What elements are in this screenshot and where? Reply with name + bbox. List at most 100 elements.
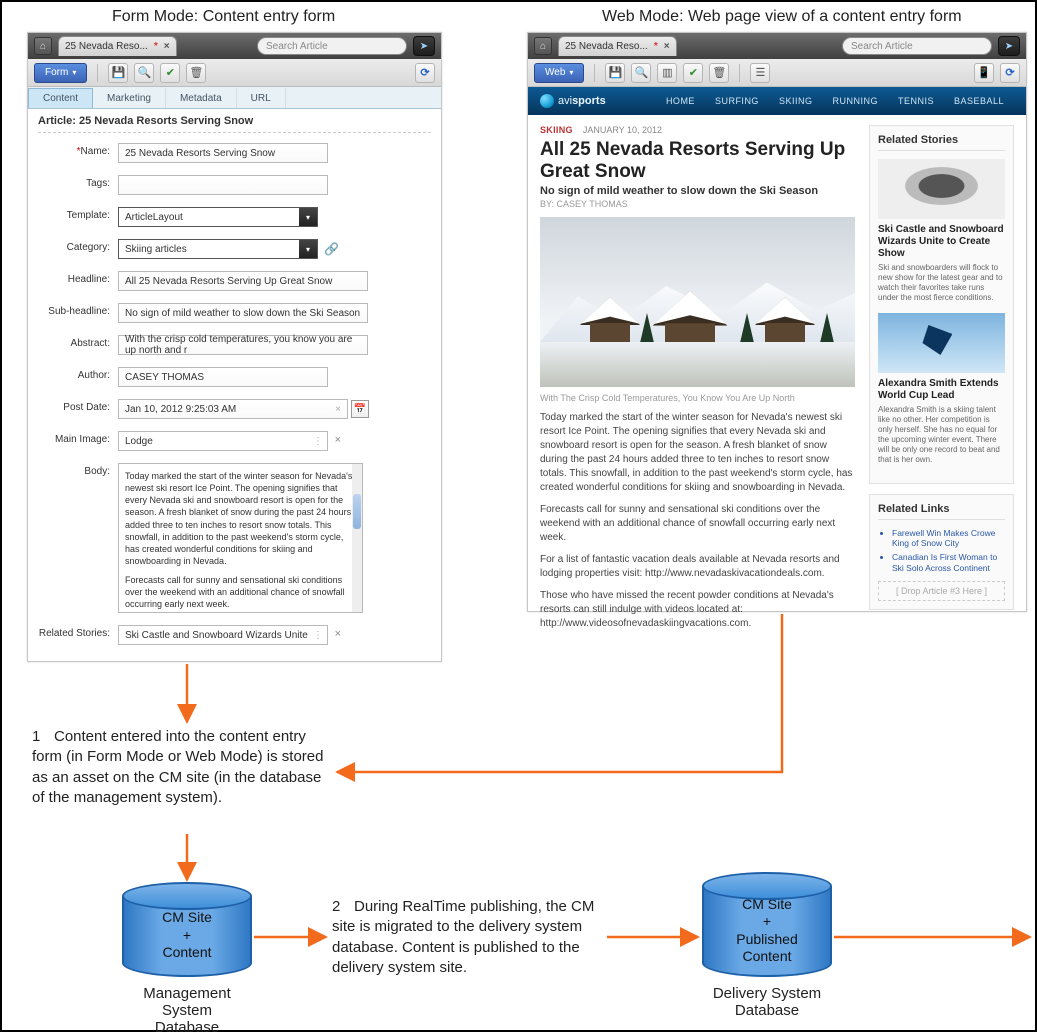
related-stories-header: Related Stories (878, 134, 1005, 151)
delete-icon[interactable]: 🗑 (709, 63, 729, 83)
nav-home[interactable]: HOME (656, 96, 705, 106)
file-tab[interactable]: 25 Nevada Reso... * × (558, 36, 677, 56)
field-row-headline: Headline: All 25 Nevada Resorts Serving … (38, 271, 431, 291)
input-postdate[interactable]: Jan 10, 2012 9:25:03 AM×📅 (118, 399, 348, 419)
label-body: Body: (38, 463, 118, 477)
web-mode-window: ⌂ 25 Nevada Reso... * × Search Article ➤… (527, 32, 1027, 612)
tab-metadata[interactable]: Metadata (166, 88, 237, 108)
select-template[interactable]: ArticleLayout▾ (118, 207, 318, 227)
link-icon[interactable]: 🔗 (324, 242, 339, 256)
input-related-story[interactable]: Ski Castle and Snowboard Wizards Unite⋮× (118, 625, 328, 645)
remove-icon[interactable]: × (335, 628, 341, 640)
input-mainimage[interactable]: Lodge⋮× (118, 431, 328, 451)
close-tab-icon[interactable]: × (164, 41, 170, 52)
article-byline: BY: CASEY THOMAS (540, 199, 855, 209)
input-name[interactable]: 25 Nevada Resorts Serving Snow (118, 143, 328, 163)
tab-url[interactable]: URL (237, 88, 286, 108)
clear-icon[interactable]: × (335, 404, 341, 415)
toolbar: Web▾ 💾 🔍 ▥ ✔ 🗑 ☰ 📱 ⟳ (528, 59, 1026, 87)
drag-handle-icon[interactable]: ⋮ (313, 436, 323, 447)
db-management: CM Site + Content Management System Data… (122, 882, 252, 1036)
scrollbar[interactable] (352, 464, 362, 612)
chevron-down-icon: ▾ (72, 68, 76, 77)
preview-icon[interactable]: 🔍 (134, 63, 154, 83)
layout-icon[interactable]: ☰ (750, 63, 770, 83)
file-tab-label: 25 Nevada Reso... (65, 41, 148, 52)
multi-device-icon[interactable]: ▥ (657, 63, 677, 83)
story-title[interactable]: Alexandra Smith Extends World Cup Lead (878, 378, 1005, 402)
field-row-category: Category: Skiing articles▾ 🔗 (38, 239, 431, 259)
story-title[interactable]: Ski Castle and Snowboard Wizards Unite t… (878, 224, 1005, 260)
nav-baseball[interactable]: BASEBALL (944, 96, 1014, 106)
approve-icon[interactable]: ✔ (683, 63, 703, 83)
story-blurb: Ski and snowboarders will flock to new s… (878, 263, 1005, 303)
input-headline[interactable]: All 25 Nevada Resorts Serving Up Great S… (118, 271, 368, 291)
mode-button-form[interactable]: Form▾ (34, 63, 87, 83)
label-category: Category: (38, 239, 118, 253)
home-icon[interactable]: ⌂ (534, 37, 552, 55)
select-category[interactable]: Skiing articles▾ (118, 239, 318, 259)
unsaved-indicator-icon: * (154, 41, 158, 52)
search-go-button[interactable]: ➤ (998, 36, 1020, 56)
preview-icon[interactable]: 🔍 (631, 63, 651, 83)
calendar-icon[interactable]: 📅 (351, 400, 369, 418)
home-icon[interactable]: ⌂ (34, 37, 52, 55)
file-tab[interactable]: 25 Nevada Reso... * × (58, 36, 177, 56)
article-subhead: No sign of mild weather to slow down the… (540, 185, 855, 197)
delete-icon[interactable]: 🗑 (186, 63, 206, 83)
input-author[interactable]: CASEY THOMAS (118, 367, 328, 387)
mobile-icon[interactable]: 📱 (974, 63, 994, 83)
save-icon[interactable]: 💾 (605, 63, 625, 83)
search-input[interactable]: Search Article (257, 37, 407, 55)
site-logo[interactable]: avisports (540, 94, 606, 108)
textarea-body[interactable]: Today marked the start of the winter sea… (118, 463, 363, 613)
nav-surfing[interactable]: SURFING (705, 96, 769, 106)
nav-tennis[interactable]: TENNIS (888, 96, 944, 106)
logo-icon (540, 94, 554, 108)
related-link[interactable]: Canadian Is First Woman to Ski Solo Acro… (892, 552, 1005, 572)
field-row-template: Template: ArticleLayout▾ (38, 207, 431, 227)
approve-icon[interactable]: ✔ (160, 63, 180, 83)
web-content-area: SKIINGJANUARY 10, 2012 All 25 Nevada Res… (528, 115, 1026, 649)
field-row-name: *Name: 25 Nevada Resorts Serving Snow (38, 143, 431, 163)
field-row-mainimage: Main Image: Lodge⋮× (38, 431, 431, 451)
refresh-icon[interactable]: ⟳ (1000, 63, 1020, 83)
label-mainimage: Main Image: (38, 431, 118, 445)
mode-button-web[interactable]: Web▾ (534, 63, 584, 83)
field-row-body: Body: Today marked the start of the wint… (38, 463, 431, 613)
close-tab-icon[interactable]: × (664, 41, 670, 52)
sidebar: Related Stories Ski Castle and Snowboard… (869, 125, 1014, 639)
step-2: 2During RealTime publishing, the CM site… (332, 897, 602, 978)
form-mode-window: ⌂ 25 Nevada Reso... * × Search Article ➤… (27, 32, 442, 662)
input-tags[interactable] (118, 175, 328, 195)
input-abstract[interactable]: With the crisp cold temperatures, you kn… (118, 335, 368, 355)
related-links-header: Related Links (878, 503, 1005, 520)
chevron-down-icon: ▾ (299, 240, 317, 258)
nav-running[interactable]: RUNNING (822, 96, 888, 106)
file-tab-label: 25 Nevada Reso... (565, 41, 648, 52)
tab-content[interactable]: Content (28, 88, 93, 108)
hero-image (540, 217, 855, 387)
related-link[interactable]: Farewell Win Makes Crowe King of Snow Ci… (892, 528, 1005, 548)
label-template: Template: (38, 207, 118, 221)
search-go-button[interactable]: ➤ (413, 36, 435, 56)
article-title: All 25 Nevada Resorts Serving Up Great S… (540, 139, 855, 183)
caption-web-mode: Web Mode: Web page view of a content ent… (602, 8, 962, 26)
db-delivery: CM Site + Published Content Delivery Sys… (702, 872, 832, 1019)
save-icon[interactable]: 💾 (108, 63, 128, 83)
input-subheadline[interactable]: No sign of mild weather to slow down the… (118, 303, 368, 323)
refresh-icon[interactable]: ⟳ (415, 63, 435, 83)
drop-target[interactable]: [ Drop Article #3 Here ] (878, 581, 1005, 601)
remove-icon[interactable]: × (335, 434, 341, 446)
field-row-author: Author: CASEY THOMAS (38, 367, 431, 387)
related-stories-box: Related Stories Ski Castle and Snowboard… (869, 125, 1014, 484)
drag-handle-icon[interactable]: ⋮ (313, 630, 323, 641)
form-area: Article: 25 Nevada Resorts Serving Snow … (28, 109, 441, 651)
nav-skiing[interactable]: SKIING (769, 96, 823, 106)
story-blurb: Alexandra Smith is a skiing talent like … (878, 405, 1005, 465)
scrollbar-thumb[interactable] (353, 494, 361, 529)
form-title: Article: 25 Nevada Resorts Serving Snow (38, 115, 431, 133)
search-input[interactable]: Search Article (842, 37, 992, 55)
tab-marketing[interactable]: Marketing (93, 88, 166, 108)
label-name: *Name: (38, 143, 118, 157)
